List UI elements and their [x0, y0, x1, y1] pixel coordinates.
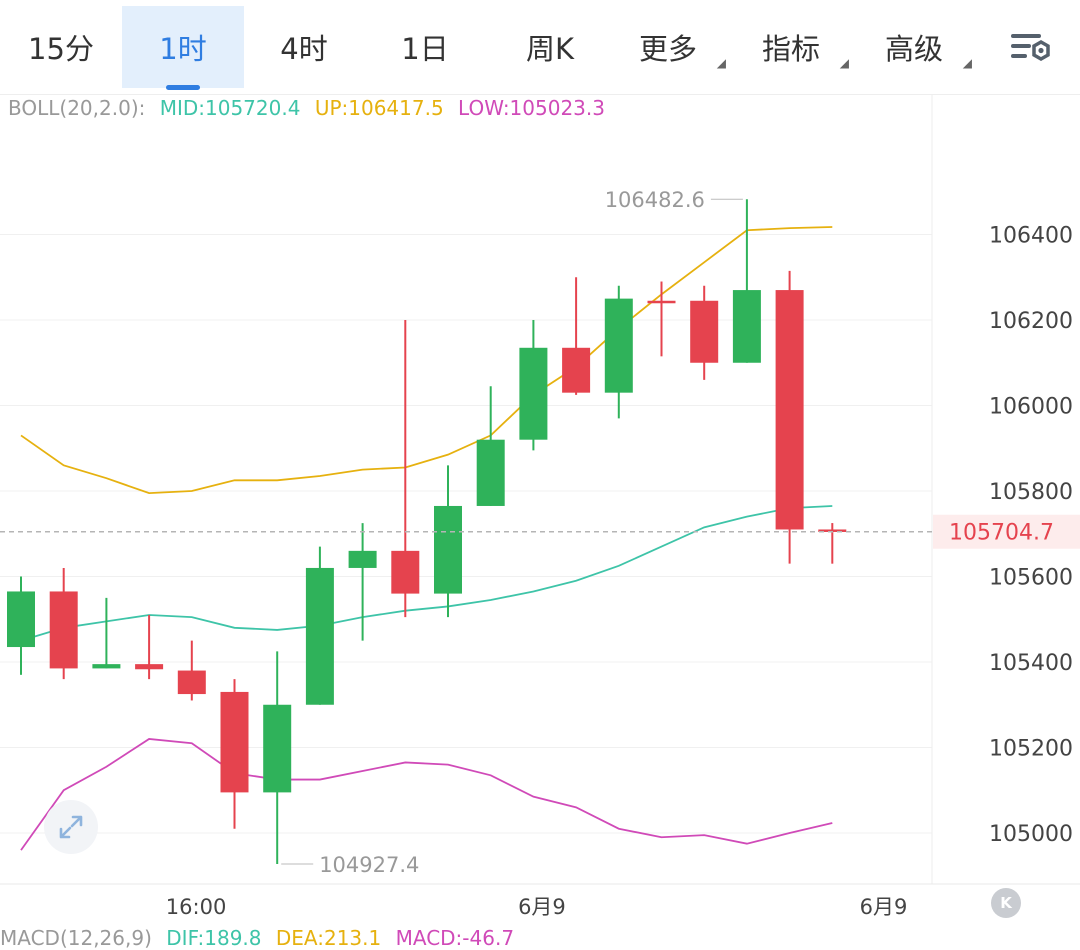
- skip-icon: K: [1000, 894, 1012, 912]
- y-tick-label: 105400: [989, 651, 1073, 676]
- candle-body: [732, 290, 761, 363]
- y-tick-label: 106200: [989, 309, 1073, 334]
- x-tick-label: 16:00: [166, 895, 227, 919]
- y-tick-label: 105600: [989, 566, 1073, 591]
- candle-body: [263, 704, 292, 793]
- candle-body: [7, 591, 35, 648]
- y-tick-label: 106000: [989, 395, 1073, 420]
- candle-body: [647, 300, 676, 304]
- x-tick-label: 6月9: [860, 895, 908, 919]
- candle-body: [391, 550, 420, 594]
- x-tick-label: 6月9: [518, 895, 566, 919]
- jump-to-latest-button[interactable]: K: [991, 888, 1021, 918]
- candle-body: [220, 691, 249, 793]
- candle-body: [135, 664, 164, 670]
- y-tick-label: 105200: [989, 737, 1073, 762]
- high-marker-label: 106482.6: [605, 188, 705, 212]
- candle-body: [476, 439, 505, 506]
- candle-body: [775, 290, 804, 530]
- y-tick-label: 105000: [989, 822, 1073, 847]
- boll-mid-line: [20, 505, 833, 642]
- candle-body: [49, 591, 78, 669]
- candle-body: [305, 567, 334, 705]
- low-marker-label: 104927.4: [319, 853, 419, 877]
- candle-body: [434, 505, 462, 594]
- macd-macd-value: MACD:-46.7: [395, 926, 515, 950]
- candle-body: [177, 670, 206, 695]
- fullscreen-button[interactable]: [44, 800, 98, 854]
- candle-body: [519, 347, 548, 440]
- y-tick-label: 105800: [989, 480, 1073, 505]
- candlestick-chart[interactable]: 105000 105200 105400 105600 105800 106000 1062…: [0, 0, 1080, 940]
- expand-arrows-icon: [59, 815, 83, 839]
- y-tick-label: 106400: [989, 224, 1073, 249]
- candle-body: [604, 298, 633, 393]
- candle-body: [562, 347, 591, 393]
- macd-dif-value: DIF:189.8: [166, 926, 262, 950]
- candle-body: [92, 664, 121, 669]
- macd-name: MACD(12,26,9): [0, 926, 152, 950]
- macd-dea-value: DEA:213.1: [275, 926, 382, 950]
- candle-body: [348, 550, 377, 568]
- macd-indicator-header: MACD(12,26,9) DIF:189.8 DEA:213.1 MACD:-…: [0, 926, 522, 950]
- last-price-label: 105704.7: [949, 521, 1054, 546]
- candle-body: [690, 300, 719, 363]
